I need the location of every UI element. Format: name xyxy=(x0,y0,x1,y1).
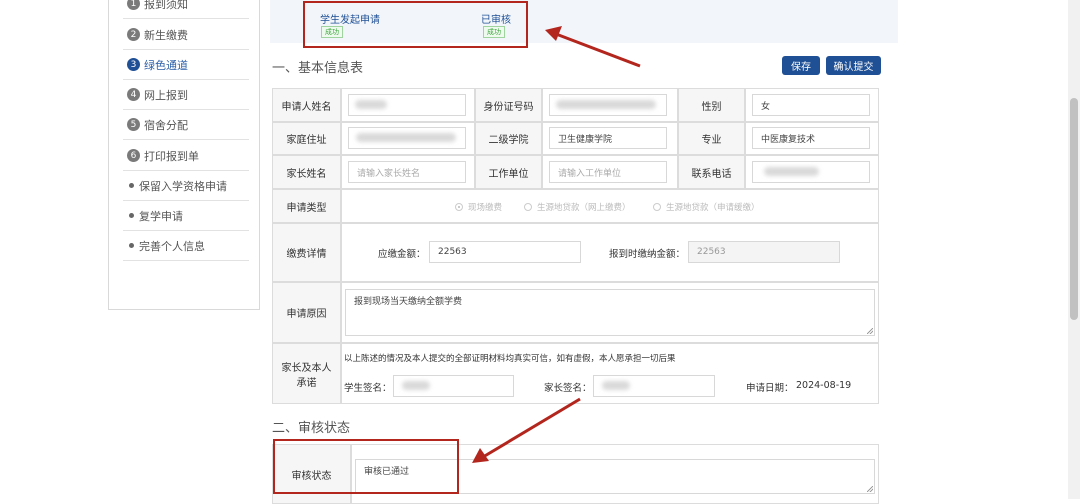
scrollbar-thumb[interactable] xyxy=(1070,98,1078,320)
page-scrollbar[interactable] xyxy=(1068,0,1080,499)
annotation-arrows xyxy=(472,26,641,463)
arrow-icon xyxy=(472,26,641,463)
